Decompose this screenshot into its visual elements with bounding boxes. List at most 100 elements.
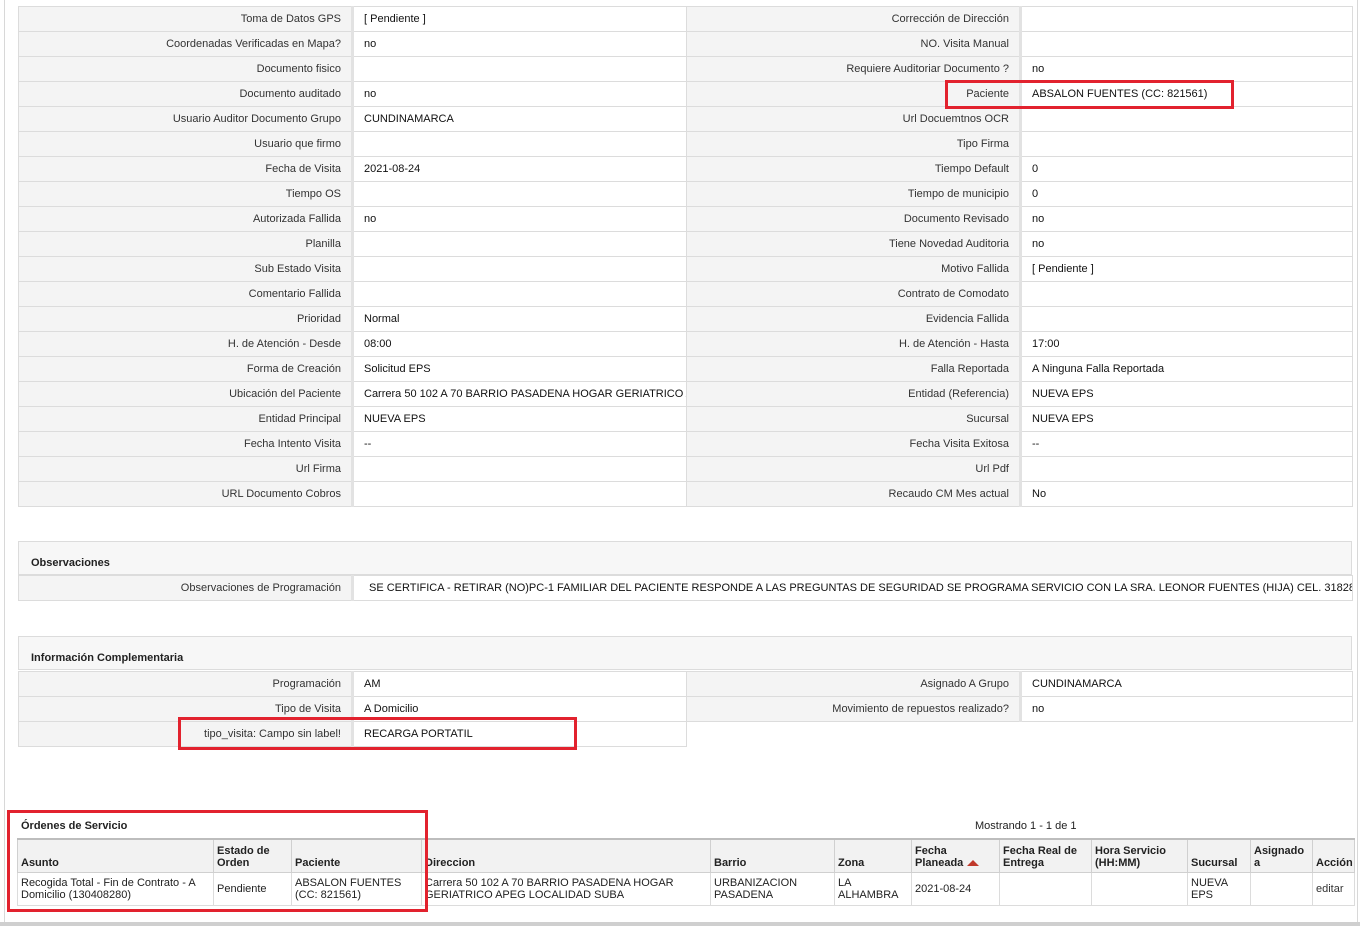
- detail-row: Prioridad Normal Evidencia Fallida: [18, 306, 1353, 332]
- complementaria-header: Información Complementaria: [18, 636, 1352, 670]
- field-label: Url Firma: [18, 456, 354, 482]
- detail-row: Sub Estado Visita Motivo Fallida[ Pendien…: [18, 256, 1353, 282]
- detail-row: Fecha de Visita 2021-08-24 Tiempo Default 0: [18, 156, 1353, 182]
- field-label: H. de Atención - Desde: [18, 331, 354, 357]
- field-label: Documento Revisado: [686, 206, 1022, 232]
- field-value: no: [352, 81, 687, 107]
- field-value: [352, 256, 687, 282]
- field-value: [352, 56, 687, 82]
- field-label: Planilla: [18, 231, 354, 257]
- col-header-hora-servicio[interactable]: Hora Servicio (HH:MM): [1091, 838, 1188, 873]
- col-header-sucursal[interactable]: Sucursal: [1187, 838, 1251, 873]
- field-value: RECARGA PORTATIL: [352, 721, 687, 747]
- cell-asunto: Recogida Total - Fin de Contrato - A Dom…: [17, 872, 214, 906]
- field-value: 2021-08-24: [352, 156, 687, 182]
- field-label: Tiempo de municipio: [686, 181, 1022, 207]
- field-value: AM: [352, 671, 687, 697]
- complementaria-row: tipo_visita: Campo sin label! RECARGA PO…: [18, 721, 1353, 747]
- field-label: Tipo de Visita: [18, 696, 354, 722]
- col-header-asignado[interactable]: Asignado a: [1250, 838, 1313, 873]
- col-header-estado[interactable]: Estado de Orden: [213, 838, 292, 873]
- col-header-zona[interactable]: Zona: [834, 838, 912, 873]
- table-row: Recogida Total - Fin de Contrato - A Dom…: [17, 872, 1355, 906]
- field-label: Documento auditado: [18, 81, 354, 107]
- detail-row: Fecha Intento Visita -- Fecha Visita Exito…: [18, 431, 1353, 457]
- detail-row: Forma de Creación Solicitud EPS Falla Repo…: [18, 356, 1353, 382]
- field-label: NO. Visita Manual: [686, 31, 1022, 57]
- field-label: Tiempo OS: [18, 181, 354, 207]
- field-label: Recaudo CM Mes actual: [686, 481, 1022, 507]
- field-value: [1020, 281, 1353, 307]
- cell-direccion: Carrera 50 102 A 70 BARRIO PASADENA HOGA…: [421, 872, 711, 906]
- detail-row: Url Firma Url Pdf: [18, 456, 1353, 482]
- detail-row: H. de Atención - Desde 08:00 H. de Atenció…: [18, 331, 1353, 357]
- detail-row: URL Documento Cobros Recaudo CM Mes actua…: [18, 481, 1353, 507]
- ordenes-table: Asunto Estado de Orden Paciente Direccio…: [17, 838, 1355, 906]
- observaciones-title: Observaciones: [31, 557, 110, 569]
- field-value: no: [1020, 231, 1353, 257]
- field-label: Fecha Intento Visita: [18, 431, 354, 457]
- col-header-fecha-real[interactable]: Fecha Real de Entrega: [999, 838, 1092, 873]
- field-value: ABSALON FUENTES (CC: 821561): [1020, 81, 1353, 107]
- empty-cell: [686, 721, 1021, 747]
- detail-row: Usuario Auditor Documento Grupo CUNDINAMA…: [18, 106, 1353, 132]
- field-value: 0: [1020, 156, 1353, 182]
- field-label: Url Docuemtnos OCR: [686, 106, 1022, 132]
- field-label: Coordenadas Verificadas en Mapa?: [18, 31, 354, 57]
- detail-row: Tiempo OS Tiempo de municipio 0: [18, 181, 1353, 207]
- field-label: Documento fisico: [18, 56, 354, 82]
- observaciones-text: SE CERTIFICA - RETIRAR (NO)PC-1 FAMILIAR…: [369, 582, 1353, 594]
- field-value: no: [1020, 696, 1353, 722]
- field-value: 08:00: [352, 331, 687, 357]
- col-header-paciente[interactable]: Paciente: [291, 838, 422, 873]
- field-value: [ Pendiente ]: [1020, 256, 1353, 282]
- field-value: --: [1020, 431, 1353, 457]
- field-value: A Domicilio: [352, 696, 687, 722]
- field-label: Autorizada Fallida: [18, 206, 354, 232]
- observaciones-value: SE CERTIFICA - RETIRAR (NO)PC-1 FAMILIAR…: [352, 575, 1353, 601]
- field-value: no: [352, 31, 687, 57]
- field-value: A Ninguna Falla Reportada: [1020, 356, 1353, 382]
- complementaria-row: Tipo de Visita A Domicilio Movimiento de…: [18, 696, 1353, 722]
- field-value: NUEVA EPS: [352, 406, 687, 432]
- field-label: Sub Estado Visita: [18, 256, 354, 282]
- field-label: Fecha Visita Exitosa: [686, 431, 1022, 457]
- field-value: [352, 181, 687, 207]
- visit-details-table: Toma de Datos GPS[ Pendiente ] Corrección…: [18, 6, 1353, 507]
- detail-row: Entidad Principal NUEVA EPS Sucursal NUEVA …: [18, 406, 1353, 432]
- field-value: 17:00: [1020, 331, 1353, 357]
- detail-row: Usuario que firmo Tipo Firma: [18, 131, 1353, 157]
- detail-row: Planilla Tiene Novedad Auditoria no: [18, 231, 1353, 257]
- field-value: [1020, 306, 1353, 332]
- col-header-barrio[interactable]: Barrio: [710, 838, 835, 873]
- field-label: tipo_visita: Campo sin label!: [18, 721, 354, 747]
- field-value: [1020, 456, 1353, 482]
- col-header-asunto[interactable]: Asunto: [17, 838, 214, 873]
- field-label: Requiere Auditoriar Documento ?: [686, 56, 1022, 82]
- field-value: NUEVA EPS: [1020, 381, 1353, 407]
- field-label: Url Pdf: [686, 456, 1022, 482]
- field-label: Movimiento de repuestos realizado?: [686, 696, 1022, 722]
- complementaria-row: Programación AM Asignado A Grupo CUNDINA…: [18, 671, 1353, 697]
- field-value: [352, 481, 687, 507]
- edit-link[interactable]: editar: [1316, 883, 1344, 895]
- cell-fecha-planeada: 2021-08-24: [911, 872, 1000, 906]
- field-value: Normal: [352, 306, 687, 332]
- bottom-border: [0, 922, 1360, 926]
- sort-ascending-icon: [967, 860, 980, 867]
- field-value: [1020, 31, 1353, 57]
- complementaria-table: Programación AM Asignado A Grupo CUNDINA…: [18, 671, 1353, 747]
- cell-paciente: ABSALON FUENTES (CC: 821561): [291, 872, 422, 906]
- col-header-fecha-planeada[interactable]: Fecha Planeada: [911, 838, 1000, 873]
- field-label: Falla Reportada: [686, 356, 1022, 382]
- field-label: Comentario Fallida: [18, 281, 354, 307]
- field-value: [352, 131, 687, 157]
- field-value: [1020, 6, 1353, 32]
- field-value: [1020, 106, 1353, 132]
- field-value: no: [1020, 56, 1353, 82]
- field-label: Fecha de Visita: [18, 156, 354, 182]
- field-label: Forma de Creación: [18, 356, 354, 382]
- detail-row: Documento auditado no Paciente ABSALON FUEN…: [18, 81, 1353, 107]
- col-header-direccion[interactable]: Direccion: [421, 838, 711, 873]
- observaciones-label: Observaciones de Programación: [18, 575, 354, 601]
